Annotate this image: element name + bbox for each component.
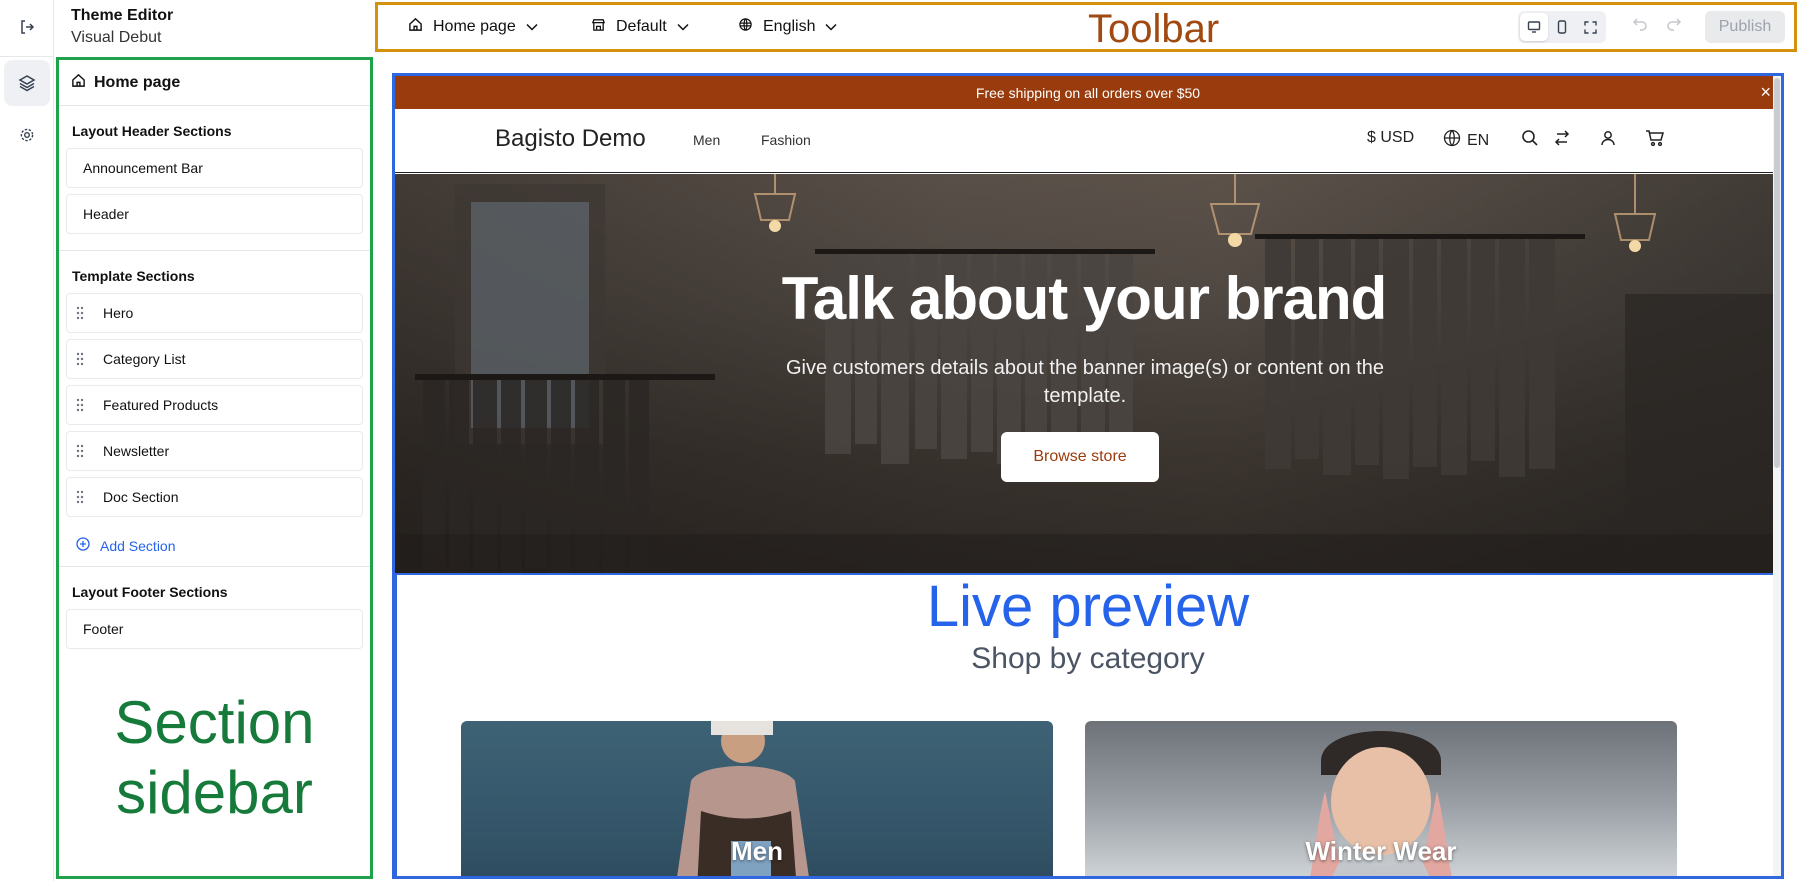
hero-description: Give customers details about the banner … <box>785 357 1385 407</box>
announcement-bar[interactable]: Free shipping on all orders over $50 × <box>395 76 1781 109</box>
category-label: Men <box>731 836 783 866</box>
scrollbar-thumb[interactable] <box>1774 78 1780 468</box>
cart-icon[interactable] <box>1645 129 1665 147</box>
site-header: Bagisto Demo Men Fashion $ USD EN <box>395 109 1773 173</box>
section-item-footer[interactable]: Footer <box>66 609 363 649</box>
plus-circle-icon <box>76 537 90 554</box>
section-label: Category List <box>103 351 186 367</box>
desktop-icon[interactable] <box>1520 13 1548 41</box>
globe-icon <box>738 17 753 37</box>
theme-name: Visual Debut <box>71 29 162 46</box>
close-icon[interactable]: × <box>1760 82 1771 102</box>
section-sidebar: Home page Layout Header Sections Announc… <box>56 57 373 879</box>
fullscreen-icon[interactable] <box>1576 13 1604 41</box>
section-label: Featured Products <box>103 397 219 413</box>
home-icon <box>71 73 86 93</box>
sidebar-annotation-line2: sidebar <box>116 759 313 826</box>
section-item-featured-products[interactable]: Featured Products <box>66 385 363 425</box>
section-item-hero[interactable]: Hero <box>66 293 363 333</box>
search-icon[interactable] <box>1521 129 1539 147</box>
section-label: Hero <box>103 305 134 321</box>
locale-switcher[interactable]: EN <box>1443 129 1489 152</box>
template-sections-group: Template Sections Hero Category List Fea… <box>59 251 370 567</box>
section-label: Header <box>83 206 129 222</box>
exit-icon[interactable] <box>4 4 50 50</box>
store-logo[interactable]: Bagisto Demo <box>495 125 646 153</box>
redo-icon[interactable] <box>1666 15 1682 36</box>
publish-button[interactable]: Publish <box>1705 11 1785 43</box>
toolbar-annotation: Toolbar <box>1088 7 1220 51</box>
section-item-newsletter[interactable]: Newsletter <box>66 431 363 471</box>
user-icon[interactable] <box>1599 129 1617 147</box>
toolbar: Home page Default English Toolbar Publis… <box>375 2 1797 52</box>
header-sections-group: Layout Header Sections Announcement Bar … <box>59 106 370 251</box>
sidebar-annotation-line1: Section <box>114 689 315 756</box>
rail-divider <box>0 56 54 57</box>
app-header: Theme Editor Visual Debut <box>54 0 374 56</box>
locale-label: EN <box>1467 131 1490 149</box>
chevron-down-icon <box>825 18 838 36</box>
sidebar-home-page[interactable]: Home page <box>59 60 370 106</box>
announcement-text: Free shipping on all orders over $50 <box>975 84 1201 101</box>
drag-handle-icon[interactable] <box>73 489 87 505</box>
page-select-label: Home page <box>433 18 516 35</box>
section-item-doc-section[interactable]: Doc Section <box>66 477 363 517</box>
add-section-label: Add Section <box>100 537 176 554</box>
preview-annotation: Live preview <box>926 574 1250 639</box>
globe-icon <box>1443 129 1461 152</box>
currency-label: $ USD <box>1367 129 1415 146</box>
app-title: Theme Editor <box>71 7 174 24</box>
footer-sections-group: Layout Footer Sections Footer <box>59 567 370 665</box>
language-select[interactable]: English <box>738 5 838 49</box>
add-section-button[interactable]: Add Section <box>66 523 363 566</box>
category-label: Winter Wear <box>1305 836 1457 866</box>
hero-banner[interactable]: Talk about your brand Give customers det… <box>395 174 1773 574</box>
preview-scrollbar[interactable] <box>1773 76 1781 876</box>
group-title: Template Sections <box>72 268 195 284</box>
chevron-down-icon <box>526 18 538 36</box>
group-title: Layout Footer Sections <box>72 584 228 600</box>
section-label: Newsletter <box>103 443 170 459</box>
section-item-announcement-bar[interactable]: Announcement Bar <box>66 148 363 188</box>
section-label: Doc Section <box>103 489 179 505</box>
mobile-icon[interactable] <box>1548 13 1576 41</box>
browse-store-button[interactable]: Browse store <box>1001 432 1159 482</box>
language-select-label: English <box>763 18 816 35</box>
layers-icon[interactable] <box>4 60 50 106</box>
live-preview: Free shipping on all orders over $50 × B… <box>392 73 1784 879</box>
hero-title: Talk about your brand <box>781 265 1388 332</box>
drag-handle-icon[interactable] <box>73 351 87 367</box>
nav-link-fashion[interactable]: Fashion <box>761 132 811 148</box>
group-title: Layout Header Sections <box>72 123 232 139</box>
theme-select[interactable]: Default <box>591 5 689 49</box>
icon-rail <box>0 0 54 881</box>
theme-select-label: Default <box>616 18 667 35</box>
store-icon <box>591 17 606 37</box>
category-card-men[interactable]: Men <box>461 721 1053 876</box>
section-item-header[interactable]: Header <box>66 194 363 234</box>
gear-icon[interactable] <box>4 112 50 158</box>
section-item-category-list[interactable]: Category List <box>66 339 363 379</box>
section-label: Announcement Bar <box>83 160 203 176</box>
currency-switcher[interactable]: $ USD <box>1367 129 1414 147</box>
drag-handle-icon[interactable] <box>73 305 87 321</box>
undo-icon[interactable] <box>1632 15 1648 36</box>
chevron-down-icon <box>677 18 689 36</box>
drag-handle-icon[interactable] <box>73 443 87 459</box>
page-select[interactable]: Home page <box>408 5 538 49</box>
view-mode-switcher <box>1518 11 1606 43</box>
category-card-winter-wear[interactable]: Winter Wear <box>1085 721 1677 876</box>
sidebar-home-label: Home page <box>94 73 181 91</box>
compare-icon[interactable] <box>1553 129 1571 147</box>
home-icon <box>408 17 423 37</box>
shop-by-category-title: Shop by category <box>971 642 1205 675</box>
nav-link-men[interactable]: Men <box>693 132 720 148</box>
section-label: Footer <box>83 621 124 637</box>
drag-handle-icon[interactable] <box>73 397 87 413</box>
